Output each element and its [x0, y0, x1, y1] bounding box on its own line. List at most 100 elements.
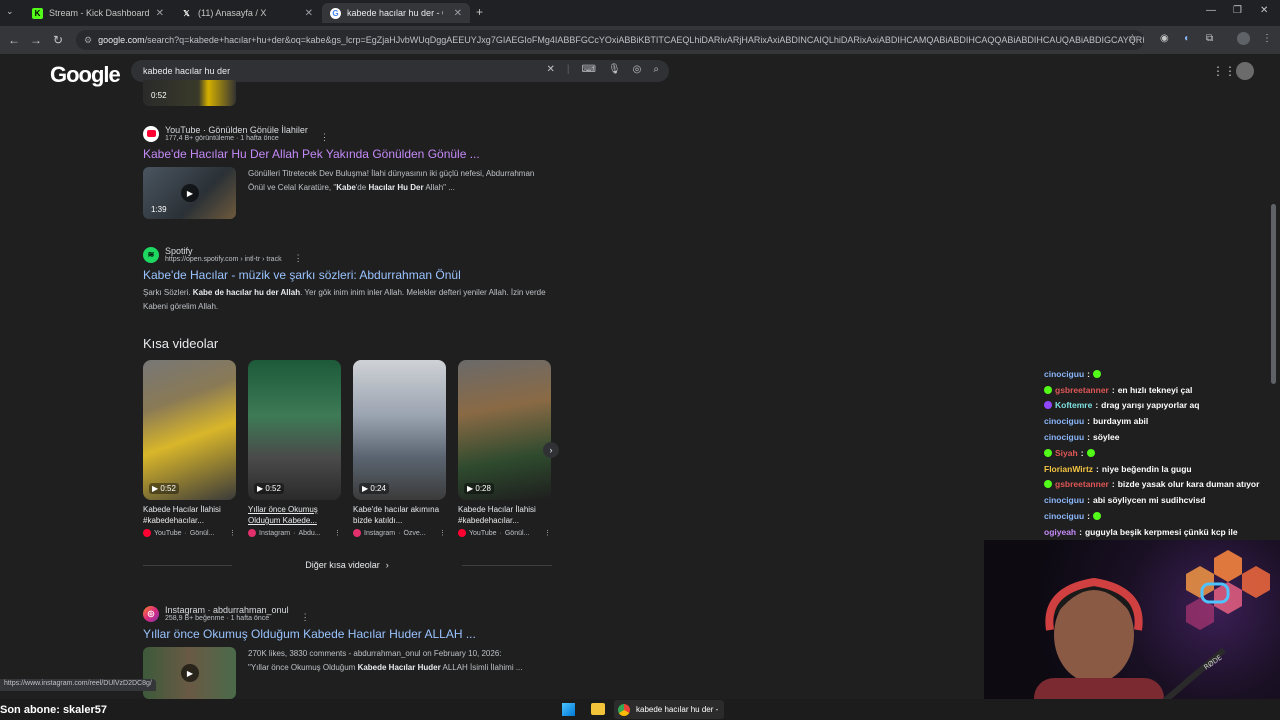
spotify-icon: ≋ [143, 246, 159, 263]
search-icon[interactable]: ⌕ [653, 64, 659, 75]
subscriber-label: Son abone: skaler57 [0, 704, 107, 716]
more-options-icon[interactable]: ⋮ [294, 253, 303, 264]
result-title-link[interactable]: Kabe'de Hacılar - müzik ve şarkı sözleri… [143, 268, 563, 282]
clear-icon[interactable]: ✕ [547, 64, 555, 75]
more-options-icon[interactable]: ⋮ [301, 612, 310, 623]
result-snippet: Şarkı Sözleri. Kabe de hacılar hu der Al… [143, 288, 546, 311]
forward-icon[interactable]: → [25, 33, 47, 47]
taskbar: kabede hacılar hu der - [0, 699, 1280, 720]
chat-text: niye beğendin la gugu [1101, 463, 1192, 474]
extension-icon[interactable]: ◉ [1160, 33, 1169, 44]
taskbar-chrome-button[interactable]: kabede hacılar hu der - [614, 700, 724, 719]
more-shorts-button[interactable]: Diğer kısa videolar › [232, 554, 462, 576]
mic-icon[interactable]: 🎙 [608, 64, 621, 75]
result-source[interactable]: Spotify [165, 246, 282, 256]
more-options-icon[interactable]: ⋮ [544, 529, 551, 537]
scrollbar-thumb[interactable] [1271, 204, 1276, 384]
short-platform: Instagram [259, 529, 291, 537]
play-icon: ▶ [181, 664, 199, 682]
short-video[interactable]: ▶ 0:28 Kabede Hacılar İlahisi #kabedehac… [458, 360, 551, 537]
extensions-puzzle-icon[interactable]: ⧉ [1206, 33, 1213, 44]
tab-x[interactable]: 𝕏 (11) Anasayfa / X ✕ [173, 3, 321, 23]
result-title-link[interactable]: Yıllar önce Okumuş Olduğum Kabede Hacıla… [143, 627, 563, 641]
video-duration: ▶ 0:28 [464, 483, 494, 494]
back-icon[interactable]: ← [3, 33, 25, 47]
status-bar-url: https://www.instagram.com/reel/DUlVzD2DC… [0, 679, 156, 691]
search-input[interactable]: kabede hacılar hu der ✕ | ⌨ 🎙 ◎ ⌕ [131, 60, 669, 82]
short-video[interactable]: ▶ 0:24 Kabe'de hacılar akımına bizde kat… [353, 360, 446, 537]
short-thumbnail[interactable]: ▶ 0:24 [353, 360, 446, 500]
tab-label: (11) Anasayfa / X [198, 8, 267, 18]
short-thumbnail[interactable]: ▶ 0:52 [248, 360, 341, 500]
chrome-icon [618, 703, 630, 716]
address-bar[interactable]: ⚙ google.com/search?q=kabede+hacılar+hu+… [76, 30, 1144, 50]
search-result: ◎ Instagram · abdurrahman_onul 258,9 B+ … [143, 604, 563, 699]
more-options-icon[interactable]: ⋮ [320, 132, 329, 143]
profile-avatar[interactable] [1237, 32, 1250, 45]
short-title[interactable]: Yıllar önce Okumuş Olduğum Kabede... [248, 504, 341, 526]
tab-google[interactable]: G kabede hacılar hu der - Go ✕ [322, 3, 470, 23]
bookmark-star-icon[interactable]: ☆ [1128, 33, 1137, 44]
keyboard-icon[interactable]: ⌨ [582, 64, 596, 75]
kick-icon: K [32, 7, 43, 19]
video-thumbnail[interactable]: ▶ 1:39 [143, 167, 236, 219]
tab-kick[interactable]: K Stream - Kick Dashboard ✕ [24, 3, 172, 23]
taskbar-window-title: kabede hacılar hu der - [636, 705, 719, 714]
search-result: ≋ Spotify https://open.spotify.com › int… [143, 245, 563, 314]
badge-icon [1044, 480, 1052, 489]
short-thumbnail[interactable]: ▶ 0:28 [458, 360, 551, 500]
google-logo[interactable]: Google [50, 62, 121, 88]
menu-icon[interactable]: ⋮ [1262, 33, 1272, 44]
emote-icon [1092, 512, 1101, 521]
result-title-link[interactable]: Kabe'de Hacılar Hu Der Allah Pek Yakında… [143, 147, 563, 161]
chat-text: en hızlı tekneyi çal [1117, 384, 1193, 395]
close-icon[interactable]: ✕ [454, 8, 462, 19]
video-duration: ▶ 0:52 [149, 483, 179, 494]
short-thumbnail[interactable]: ▶ 0:52 [143, 360, 236, 500]
maximize-button[interactable]: ❐ [1233, 5, 1242, 16]
tab-search-icon[interactable]: ⌄ [6, 6, 14, 17]
short-video[interactable]: ▶ 0:52 Yıllar önce Okumuş Olduğum Kabede… [248, 360, 341, 537]
video-thumbnail[interactable]: 0:52 [143, 80, 236, 106]
short-video[interactable]: ▶ 0:52 Kabede Hacılar İlahisi #kabedehac… [143, 360, 236, 537]
result-source[interactable]: YouTube · Gönülden Gönüle İlahiler [165, 125, 308, 135]
short-platform: YouTube [469, 529, 497, 537]
chat-message: gsbreetanner : bizde yasak olur kara dum… [1044, 477, 1280, 493]
short-channel: Gönül... [189, 529, 215, 537]
chat-message: gsbreetanner : en hızlı tekneyi çal [1044, 382, 1280, 398]
new-tab-button[interactable]: + [476, 5, 483, 19]
more-options-icon[interactable]: ⋮ [334, 529, 341, 537]
emote-icon [1092, 369, 1101, 378]
carousel-next-button[interactable]: › [543, 442, 559, 458]
windows-start-icon[interactable] [562, 703, 575, 716]
short-title[interactable]: Kabede Hacılar İlahisi #kabedehacılar... [458, 504, 551, 526]
close-icon[interactable]: ✕ [156, 8, 164, 19]
result-meta: 177,4 B+ görüntüleme · 1 hafta önce [165, 135, 279, 142]
site-info-icon[interactable]: ⚙ [84, 35, 92, 46]
account-avatar[interactable] [1236, 62, 1254, 80]
minimize-button[interactable]: — [1206, 5, 1216, 16]
more-options-icon[interactable]: ⋮ [229, 529, 236, 537]
lens-icon[interactable]: ◎ [633, 64, 642, 75]
close-icon[interactable]: ✕ [305, 8, 313, 19]
chat-text: bizde yasak olur kara duman atıyor [1117, 479, 1260, 490]
more-options-icon[interactable]: ⋮ [439, 529, 446, 537]
file-explorer-icon[interactable] [591, 703, 605, 715]
short-title[interactable]: Kabe'de hacılar akımına bizde katıldı... [353, 504, 446, 526]
video-thumbnail[interactable]: ▶ [143, 647, 236, 699]
chat-message: Koftemre : drag yarışı yapıyorlar aq [1044, 398, 1280, 414]
short-title[interactable]: Kabede Hacılar İlahisi #kabedehacılar... [143, 504, 236, 526]
reload-icon[interactable]: ↻ [47, 33, 69, 47]
chat-text: abi söyliycen mi sudihcvisd [1092, 495, 1206, 506]
apps-grid-icon[interactable]: ⋮⋮ [1212, 64, 1236, 78]
youtube-icon [458, 529, 466, 537]
media-icon[interactable]: ◖ [1183, 33, 1189, 44]
youtube-icon [143, 529, 151, 537]
result-source[interactable]: Instagram · abdurrahman_onul [165, 605, 289, 615]
chat-message: cinociguu : [1044, 366, 1280, 382]
webcam-overlay: RØDE [984, 540, 1280, 720]
video-duration: ▶ 0:52 [254, 483, 284, 494]
short-platform: Instagram [364, 529, 396, 537]
short-channel: Özve... [403, 529, 426, 537]
close-window-button[interactable]: ✕ [1260, 5, 1268, 16]
